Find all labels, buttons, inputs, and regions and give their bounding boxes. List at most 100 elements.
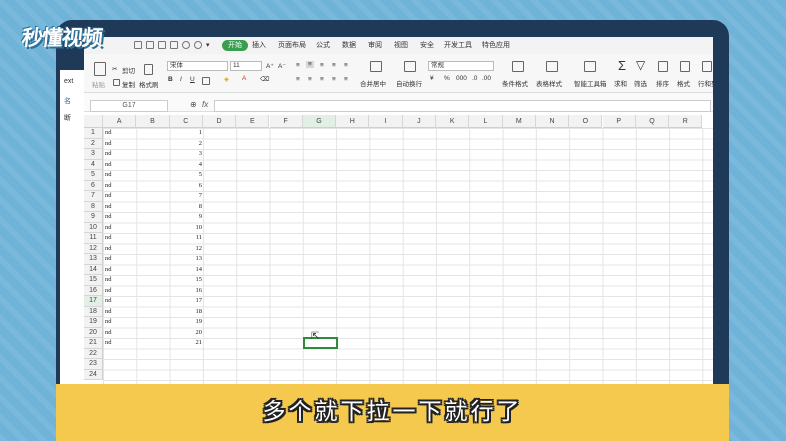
bold-button[interactable]: B <box>168 76 173 83</box>
cell-a[interactable]: nd <box>105 170 112 181</box>
selected-cell-g17[interactable] <box>303 337 338 349</box>
formula-input[interactable] <box>214 100 711 112</box>
merge-center-icon[interactable] <box>370 61 382 72</box>
table-style-icon[interactable] <box>546 61 558 72</box>
border-icon[interactable] <box>202 77 210 85</box>
cell-c[interactable]: 5 <box>170 170 202 181</box>
cell-a[interactable]: nd <box>105 328 112 339</box>
column-header-p[interactable]: P <box>602 115 636 128</box>
cell-a[interactable]: nd <box>105 181 112 192</box>
row-column-icon[interactable] <box>702 61 712 72</box>
column-header-i[interactable]: I <box>369 115 403 128</box>
font-grow-icon[interactable]: A⁺ <box>266 62 274 70</box>
cell-a[interactable]: nd <box>105 296 112 307</box>
cell-c[interactable]: 16 <box>170 286 203 297</box>
redo-icon[interactable] <box>194 41 202 49</box>
align-center-icon[interactable]: ≡ <box>308 76 312 83</box>
cell-c[interactable]: 3 <box>170 149 202 160</box>
align-middle-icon[interactable]: ≡ <box>306 61 314 68</box>
undo-icon[interactable] <box>182 41 190 49</box>
increase-decimal-icon[interactable]: .0 <box>472 75 477 82</box>
fill-color-icon[interactable]: ◈ <box>224 75 229 83</box>
align-right-icon[interactable]: ≡ <box>320 76 324 83</box>
wrap-text-button[interactable]: 自动换行 <box>396 78 422 88</box>
cell-a[interactable]: nd <box>105 202 112 213</box>
row-header[interactable]: 2 <box>84 138 103 149</box>
table-style-button[interactable]: 表格样式 <box>536 78 562 88</box>
cell-c[interactable]: 17 <box>170 296 203 307</box>
thousands-icon[interactable]: 000 <box>456 75 467 82</box>
cell-a[interactable]: nd <box>105 286 112 297</box>
tab-special[interactable]: 特色应用 <box>482 40 510 51</box>
font-size-select[interactable]: 11 <box>230 61 262 71</box>
cell-c[interactable]: 18 <box>170 307 203 318</box>
cell-c[interactable]: 19 <box>170 317 203 328</box>
distribute-icon[interactable]: ≡ <box>344 76 348 83</box>
justify-icon[interactable]: ≡ <box>332 76 336 83</box>
tab-insert[interactable]: 插入 <box>252 40 266 51</box>
format-icon[interactable] <box>680 61 690 72</box>
row-header[interactable]: 7 <box>84 191 103 202</box>
column-header-n[interactable]: N <box>535 115 570 128</box>
row-header[interactable]: 12 <box>84 243 103 254</box>
cell-c[interactable]: 20 <box>170 328 203 339</box>
chevron-down-icon[interactable]: ▾ <box>206 41 212 49</box>
row-header[interactable]: 17 <box>84 296 103 307</box>
format-painter-icon[interactable] <box>144 64 153 75</box>
column-header-k[interactable]: K <box>436 115 470 128</box>
cell-c[interactable]: 13 <box>170 254 203 265</box>
sheet-grid[interactable]: ABCDEFGHIJKLMNOPQR 1 2 3 4 5 6 7 8 9 10 11 12 13 14 15… <box>84 115 713 384</box>
cell-a[interactable]: nd <box>105 160 112 171</box>
tab-formulas[interactable]: 公式 <box>316 40 330 51</box>
format-button[interactable]: 格式 <box>677 78 690 88</box>
column-header-a[interactable]: A <box>103 115 137 128</box>
cell-c[interactable]: 14 <box>170 265 203 276</box>
conditional-format-icon[interactable] <box>512 61 524 72</box>
column-header-f[interactable]: F <box>269 115 303 128</box>
save-icon[interactable] <box>134 41 142 49</box>
row-header[interactable]: 15 <box>84 275 103 286</box>
cell-c[interactable]: 4 <box>170 160 202 171</box>
copy-button[interactable]: 复制 <box>122 79 135 89</box>
cell-c[interactable]: 8 <box>170 202 202 213</box>
cell-a[interactable]: nd <box>105 338 112 349</box>
print-icon[interactable] <box>146 41 154 49</box>
cell-c[interactable]: 1 <box>170 128 202 139</box>
font-shrink-icon[interactable]: A⁻ <box>278 62 286 70</box>
format-painter-button[interactable]: 格式刷 <box>139 79 159 89</box>
row-header[interactable]: 20 <box>84 327 103 338</box>
number-format-select[interactable]: 常规 <box>428 61 494 71</box>
row-header[interactable]: 11 <box>84 233 103 244</box>
conditional-format-button[interactable]: 条件格式 <box>502 78 528 88</box>
tab-data[interactable]: 数据 <box>342 40 356 51</box>
cell-a[interactable]: nd <box>105 149 112 160</box>
align-bottom-icon[interactable]: ≡ <box>320 62 324 69</box>
tab-view[interactable]: 视图 <box>394 40 408 51</box>
row-header[interactable]: 1 <box>84 128 103 139</box>
cell-a[interactable]: nd <box>105 212 112 223</box>
smart-toolbox-button[interactable]: 智能工具箱 <box>574 78 607 88</box>
select-all-corner[interactable] <box>84 115 103 128</box>
column-header-e[interactable]: E <box>236 115 270 128</box>
row-header[interactable]: 24 <box>84 369 103 380</box>
cell-c[interactable]: 7 <box>170 191 202 202</box>
column-header-j[interactable]: J <box>402 115 436 128</box>
cell-c[interactable]: 6 <box>170 181 202 192</box>
cell-c[interactable]: 21 <box>170 338 203 349</box>
column-header-h[interactable]: H <box>336 115 370 128</box>
italic-button[interactable]: I <box>180 76 182 83</box>
tab-page-layout[interactable]: 页面布局 <box>278 40 306 51</box>
filter-icon[interactable]: ▽ <box>636 58 645 72</box>
row-header[interactable]: 9 <box>84 212 103 223</box>
column-header-o[interactable]: O <box>569 115 603 128</box>
column-header-q[interactable]: Q <box>635 115 670 128</box>
row-header[interactable]: 6 <box>84 180 103 191</box>
tab-security[interactable]: 安全 <box>420 40 434 51</box>
cell-c[interactable]: 11 <box>170 233 202 244</box>
row-header[interactable]: 23 <box>84 359 103 370</box>
column-header-d[interactable]: D <box>202 115 237 128</box>
text-direction-icon[interactable]: ≡ <box>332 62 336 69</box>
copy-icon[interactable] <box>113 79 120 86</box>
currency-icon[interactable]: ¥ <box>430 75 434 82</box>
cell-a[interactable]: nd <box>105 128 112 139</box>
